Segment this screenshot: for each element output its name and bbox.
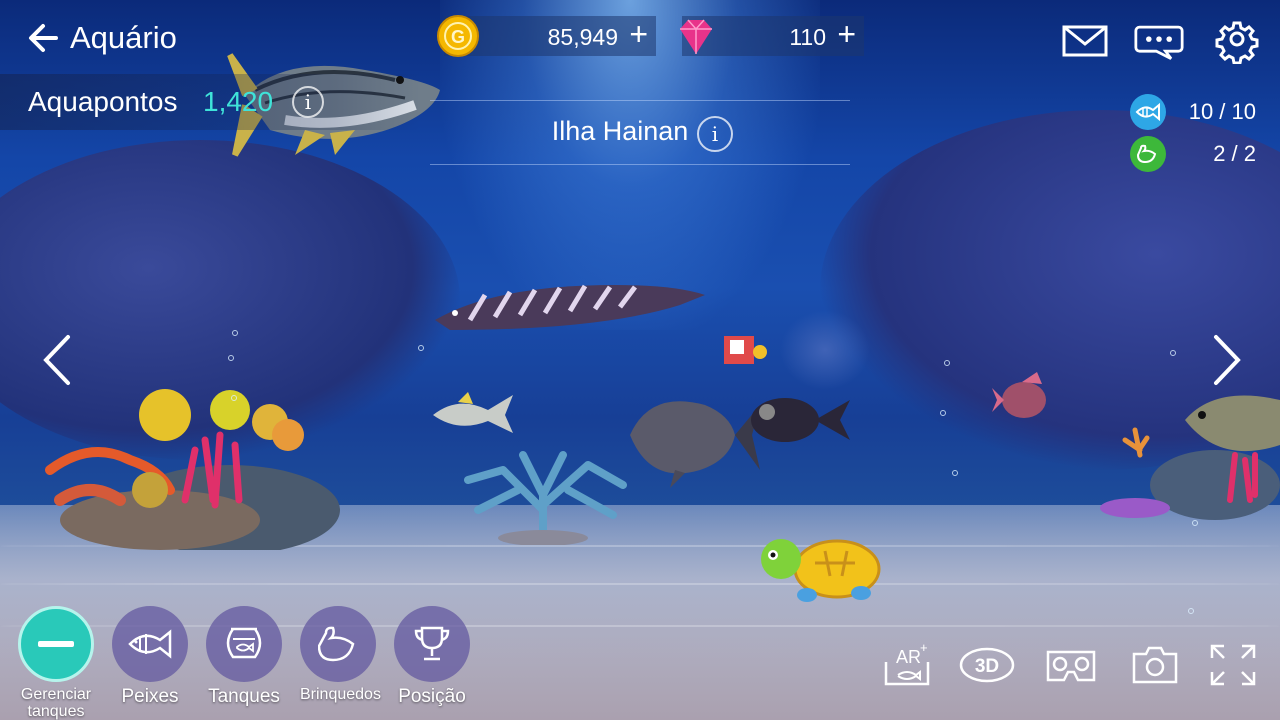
coin-amount: 85,949 — [547, 24, 618, 50]
arrow-left-icon — [29, 24, 58, 52]
fish-capacity: 10 / 10 — [1130, 94, 1256, 130]
trophy-icon — [394, 606, 470, 682]
chevron-right-icon[interactable] — [1206, 333, 1246, 387]
aquapoints-value: 1,420 — [203, 86, 274, 117]
screen-title: Aquário — [70, 20, 177, 55]
coral-cluster-left — [45, 389, 340, 550]
toy-can — [724, 336, 767, 364]
snakehead-fish — [435, 284, 705, 330]
coin-balance: G 85,949 + — [437, 15, 656, 57]
pink-cichlid-fish — [992, 372, 1046, 418]
gem-balance: 110 + — [680, 16, 864, 56]
gem-amount: 110 — [789, 24, 826, 50]
ar-button[interactable]: AR + — [882, 640, 932, 688]
ranking-button[interactable]: Posição — [394, 606, 470, 708]
fish-capacity-value: 10 / 10 — [1188, 99, 1256, 124]
coral-fan-center — [464, 451, 627, 545]
manage-tanks-button[interactable]: Gerenciar tanques — [18, 606, 94, 720]
fishbowl-icon — [206, 606, 282, 682]
fish-icon — [112, 606, 188, 682]
decor-capacity: 2 / 2 — [1130, 136, 1256, 172]
ar-camera-icon: AR + — [884, 640, 930, 686]
fish-button[interactable]: Peixes — [112, 606, 188, 708]
location-banner: Ilha Hainan — [430, 100, 850, 166]
ranking-label: Posição — [398, 686, 466, 707]
toy-capacity-icon — [1130, 136, 1166, 172]
ar-label: AR — [896, 647, 921, 667]
ar-plus-label: + — [920, 642, 928, 655]
3d-view-button[interactable]: 3D — [958, 642, 1016, 688]
camera-icon[interactable] — [1130, 642, 1180, 688]
buy-gems-button[interactable]: + — [837, 18, 856, 50]
coin-icon: G — [437, 15, 479, 57]
3d-label: 3D — [975, 656, 999, 677]
tanks-button[interactable]: Tanques — [206, 606, 282, 708]
settings-gear-icon[interactable] — [1212, 18, 1262, 64]
minus-icon — [18, 606, 94, 682]
big-carp-fish — [1185, 395, 1280, 452]
gem-icon — [680, 19, 712, 54]
buy-coins-button[interactable]: + — [629, 18, 648, 50]
decor-capacity-value: 2 / 2 — [1213, 141, 1256, 166]
3d-badge-icon: 3D — [959, 647, 1015, 683]
back-button[interactable]: Aquário — [26, 20, 177, 56]
duck-icon — [300, 606, 376, 682]
chevron-left-icon[interactable] — [38, 333, 78, 387]
location-name: Ilha Hainan — [551, 116, 689, 146]
turtle — [761, 539, 881, 602]
grey-carp-fish — [630, 401, 760, 488]
tanks-label: Tanques — [208, 686, 280, 707]
svg-text:G: G — [451, 27, 465, 47]
pagoda-silhouette — [780, 310, 870, 390]
top-bar: Aquário G 85,949 + 110 + — [0, 0, 1280, 74]
aquapoints-info-button[interactable]: i — [292, 86, 324, 118]
manage-tanks-label: Gerenciar tanques — [20, 686, 92, 720]
location-info-button[interactable]: i — [697, 116, 733, 152]
vr-headset-icon[interactable] — [1044, 642, 1098, 688]
fullscreen-icon[interactable] — [1208, 642, 1258, 688]
black-goldfish — [751, 398, 850, 442]
small-silver-fish — [433, 392, 513, 433]
mail-icon[interactable] — [1060, 18, 1110, 64]
aquapoints-label: Aquapontos — [28, 86, 178, 117]
fish-capacity-icon — [1130, 94, 1166, 130]
fish-label: Peixes — [121, 686, 179, 707]
toys-button[interactable]: Brinquedos — [300, 606, 381, 704]
toys-label: Brinquedos — [300, 686, 381, 703]
chat-icon[interactable] — [1134, 18, 1184, 64]
